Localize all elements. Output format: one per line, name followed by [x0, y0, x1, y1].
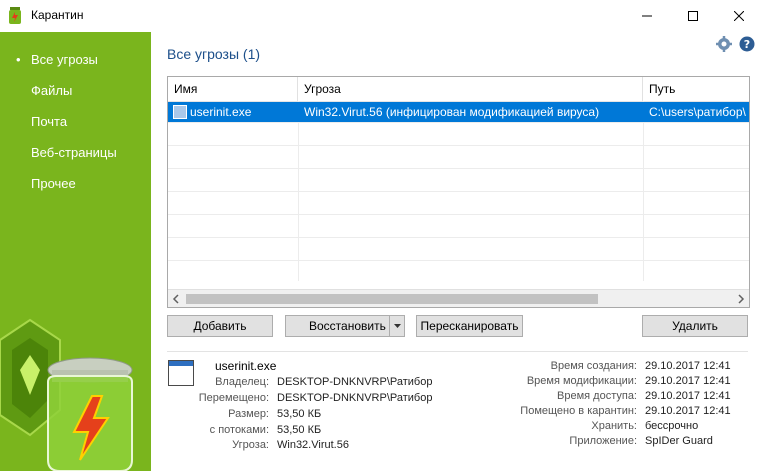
sidebar-item-other[interactable]: Прочее [31, 176, 76, 191]
restore-dropdown-button[interactable] [389, 315, 405, 337]
help-icon[interactable]: ? [739, 36, 755, 52]
sidebar-item-files[interactable]: Файлы [31, 83, 72, 98]
row-threat: Win32.Virut.56 (инфицирован модификацией… [304, 105, 600, 119]
add-button[interactable]: Добавить [167, 315, 273, 337]
detail-threat-value: Win32.Virut.56 [277, 439, 349, 451]
sidebar-item-all-threats[interactable]: Все угрозы [31, 52, 98, 67]
detail-created-value: 29.10.2017 12:41 [645, 360, 731, 372]
scrollbar-thumb[interactable] [186, 294, 598, 304]
chevron-down-icon [394, 324, 401, 328]
minimize-icon [642, 15, 652, 17]
settings-gear-icon[interactable] [715, 36, 732, 52]
column-header-threat[interactable]: Угроза [298, 77, 643, 101]
main-panel: Все угрозы (1) ? Имя Угроза Путь userini… [151, 32, 763, 471]
window-title: Карантин [31, 8, 84, 22]
minimize-button[interactable] [624, 0, 670, 32]
scroll-left-icon[interactable] [172, 294, 180, 304]
drweb-spider-logo-icon [0, 318, 133, 471]
top-icons: ? [715, 36, 755, 55]
detail-streams-label: с потоками: [209, 424, 269, 436]
row-path: C:\users\ратибор\ [649, 105, 746, 119]
maximize-button[interactable] [670, 0, 716, 32]
sidebar-item-web-pages[interactable]: Веб-страницы [31, 145, 117, 160]
column-header-name[interactable]: Имя [168, 77, 298, 101]
rescan-button[interactable]: Пересканировать [416, 315, 523, 337]
close-icon [734, 11, 744, 21]
detail-owner-value: DESKTOP-DNKNVRP\Ратибор [277, 376, 433, 388]
table-row[interactable]: userinit.exe Win32.Virut.56 (инфицирован… [168, 102, 749, 122]
selected-bullet: • [16, 52, 21, 67]
restore-button[interactable]: Восстановить [285, 315, 391, 337]
threats-table: Имя Угроза Путь userinit.exe Win32.Virut… [167, 76, 750, 308]
detail-created-label: Время создания: [550, 360, 637, 372]
detail-keep-value: бессрочно [645, 420, 699, 432]
sidebar: • Все угрозы Файлы Почта Веб-страницы Пр… [0, 32, 151, 471]
detail-modified-value: 29.10.2017 12:41 [645, 375, 731, 387]
detail-owner-label: Владелец: [215, 376, 269, 388]
detail-modified-label: Время модификации: [526, 375, 637, 387]
table-header: Имя Угроза Путь [168, 77, 749, 102]
horizontal-scrollbar[interactable] [168, 289, 749, 307]
restore-button-label: Восстановить [309, 319, 386, 333]
detail-moved-value: DESKTOP-DNKNVRP\Ратибор [277, 392, 433, 404]
detail-application-value: SpIDer Guard [645, 435, 713, 447]
detail-application-label: Приложение: [569, 435, 637, 447]
detail-quarantined-value: 29.10.2017 12:41 [645, 405, 731, 417]
detail-keep-label: Хранить: [591, 420, 637, 432]
sidebar-item-mail[interactable]: Почта [31, 114, 67, 129]
detail-size-value: 53,50 КБ [277, 408, 322, 420]
title-bar: Карантин [0, 0, 763, 32]
detail-threat-label: Угроза: [232, 439, 269, 451]
detail-quarantined-label: Помещено в карантин: [520, 405, 637, 417]
page-title: Все угрозы (1) [167, 46, 261, 62]
detail-accessed-value: 29.10.2017 12:41 [645, 390, 731, 402]
detail-moved-label: Перемещено: [198, 392, 269, 404]
detail-streams-value: 53,50 КБ [277, 424, 322, 436]
drweb-app-icon [9, 7, 21, 24]
scroll-right-icon[interactable] [737, 294, 745, 304]
svg-text:?: ? [744, 38, 750, 51]
detail-accessed-label: Время доступа: [557, 390, 637, 402]
detail-size-label: Размер: [228, 408, 269, 420]
maximize-icon [688, 11, 698, 21]
detail-filename: userinit.exe [215, 359, 277, 373]
delete-button[interactable]: Удалить [642, 315, 748, 337]
column-header-path[interactable]: Путь [643, 77, 749, 101]
row-name: userinit.exe [190, 105, 252, 119]
close-button[interactable] [716, 0, 762, 32]
file-icon [173, 105, 187, 119]
